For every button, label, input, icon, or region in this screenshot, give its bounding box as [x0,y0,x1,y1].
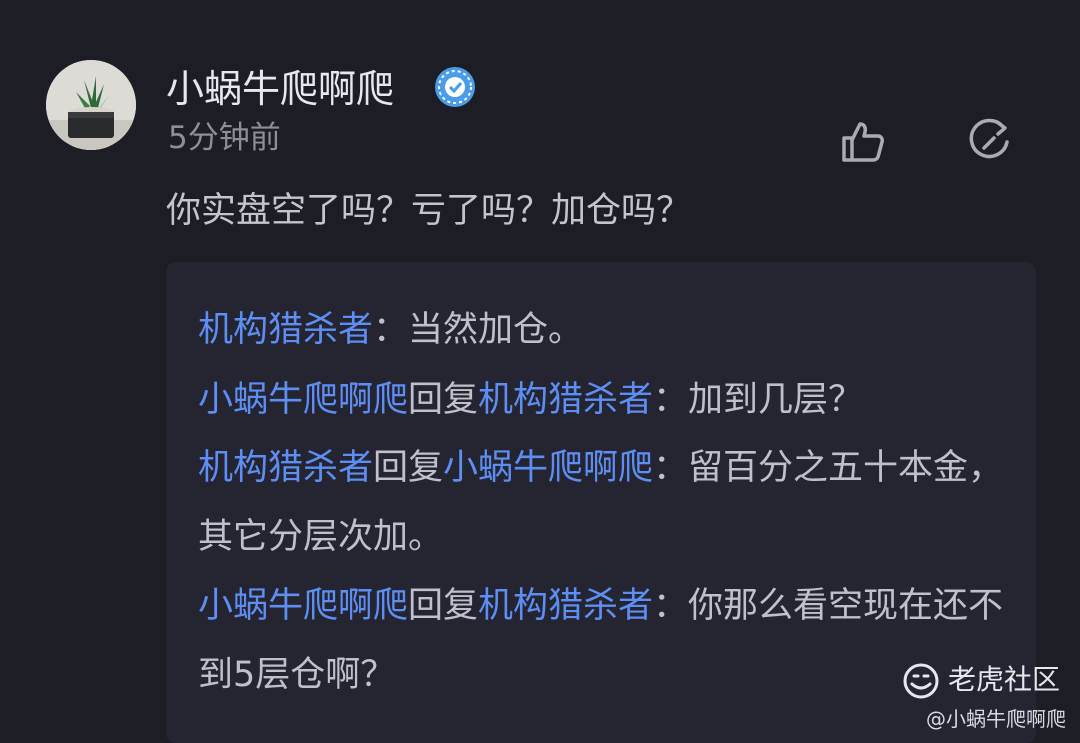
reply-text: ：当然加仓。 [373,310,584,350]
reply-connector: 回复 [408,586,479,626]
comment-timestamp: 5分钟前 [168,120,281,156]
thumbs-up-icon [842,122,884,162]
reply-target[interactable]: 机构猎杀者 [478,586,653,626]
reply-button[interactable] [964,116,1014,166]
watermark: 老虎社区 @小蜗牛爬啊爬 [902,658,1072,738]
comment-content: 你实盘空了吗？亏了吗？加仓吗？ [166,191,692,231]
reply-target[interactable]: 机构猎杀者 [478,380,653,420]
reply-item[interactable]: 机构猎杀者回复小蜗牛爬啊爬：留百分之五十本金，其它分层次加。 [198,434,1018,572]
reply-author[interactable]: 机构猎杀者 [198,448,373,488]
reply-connector: 回复 [373,448,444,488]
reply-item[interactable]: 小蜗牛爬啊爬回复机构猎杀者：你那么看空现在还不到5层仓啊？ [198,572,1018,710]
verified-badge-icon [433,65,477,109]
comment-username[interactable]: 小蜗牛爬啊爬 [166,64,394,114]
watermark-user: @小蜗牛爬啊爬 [926,707,1066,731]
reply-author[interactable]: 机构猎杀者 [198,310,373,350]
like-button[interactable] [838,116,888,166]
reply-text: ：加到几层？ [653,380,864,420]
reply-author[interactable]: 小蜗牛爬啊爬 [198,586,408,626]
reply-item[interactable]: 机构猎杀者：当然加仓。 [198,296,1018,365]
avatar[interactable] [46,60,136,150]
reply-target[interactable]: 小蜗牛爬啊爬 [443,448,653,488]
tiger-logo-icon [902,662,940,700]
reply-icon [969,118,1009,159]
succulent-plant-avatar [46,60,136,150]
watermark-brand: 老虎社区 [948,663,1061,696]
reply-connector: 回复 [408,380,479,420]
reply-item[interactable]: 小蜗牛爬啊爬回复机构猎杀者：加到几层？ [198,366,1018,435]
reply-author[interactable]: 小蜗牛爬啊爬 [198,380,408,420]
